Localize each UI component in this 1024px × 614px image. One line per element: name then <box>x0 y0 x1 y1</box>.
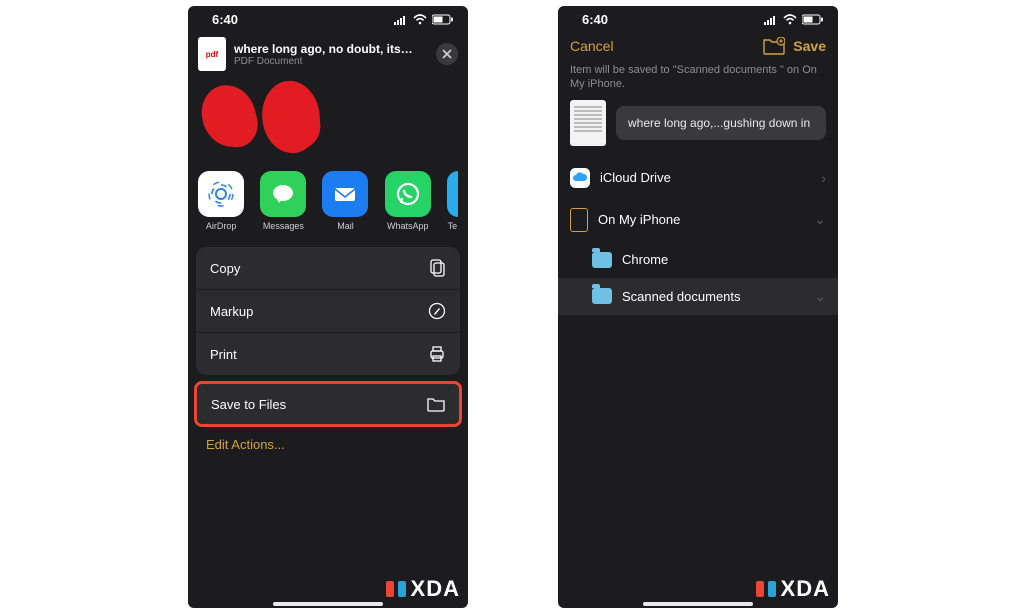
share-app-row[interactable]: AirDrop Messages Mail WhatsApp <box>188 163 468 237</box>
location-list: iCloud Drive › On My iPhone ⌄ Chrome Sca… <box>558 158 838 315</box>
battery-icon <box>802 14 824 25</box>
airdrop-icon <box>198 171 244 217</box>
print-icon <box>428 345 446 363</box>
app-label: AirDrop <box>198 221 244 231</box>
copy-icon <box>428 259 446 277</box>
chevron-down-icon: ⌄ <box>814 288 826 305</box>
location-label: Scanned documents <box>622 289 741 304</box>
file-thumbnail <box>570 100 606 146</box>
iphone-icon <box>570 208 588 232</box>
doc-info: where long ago, no doubt, its sprin... P… <box>234 42 414 67</box>
app-label: Te <box>447 221 458 231</box>
status-icons <box>764 14 824 25</box>
chevron-down-icon: ⌄ <box>814 211 826 228</box>
telegram-icon <box>447 171 458 217</box>
location-label: iCloud Drive <box>600 170 671 185</box>
copy-action[interactable]: Copy <box>196 247 460 289</box>
xda-watermark: XDA <box>385 576 460 602</box>
action-list: Copy Markup Print <box>196 247 460 375</box>
action-label: Copy <box>210 261 240 276</box>
new-folder-icon[interactable] <box>763 37 785 55</box>
mail-icon <box>322 171 368 217</box>
app-whatsapp[interactable]: WhatsApp <box>385 171 431 231</box>
wifi-icon <box>783 14 798 25</box>
status-time: 6:40 <box>212 12 238 27</box>
folder-icon <box>427 396 445 412</box>
messages-icon <box>260 171 306 217</box>
file-preview-row: where long ago,...gushing down in <box>558 100 838 158</box>
edit-actions-button[interactable]: Edit Actions... <box>188 427 468 462</box>
home-indicator[interactable] <box>273 602 383 606</box>
phone-save-to-files: 6:40 Cancel Save Item will be saved to "… <box>558 6 838 608</box>
app-airdrop[interactable]: AirDrop <box>198 171 244 231</box>
app-mail[interactable]: Mail <box>322 171 368 231</box>
app-telegram[interactable]: Te <box>447 171 458 231</box>
home-indicator[interactable] <box>643 602 753 606</box>
doc-title: where long ago, no doubt, its sprin... <box>234 42 414 56</box>
status-time: 6:40 <box>582 12 608 27</box>
phone-share-sheet: 6:40 pdf where long ago, no doubt, its s… <box>188 6 468 608</box>
app-label: Mail <box>322 221 368 231</box>
highlight-save-to-files: Save to Files <box>194 381 462 427</box>
cellular-icon <box>764 15 779 25</box>
app-messages[interactable]: Messages <box>260 171 306 231</box>
cancel-button[interactable]: Cancel <box>570 38 614 54</box>
file-name-field[interactable]: where long ago,...gushing down in <box>616 106 826 140</box>
icloud-icon <box>570 168 590 188</box>
wifi-icon <box>413 14 428 25</box>
chevron-right-icon: › <box>821 170 826 186</box>
save-button[interactable]: Save <box>793 38 826 54</box>
location-icloud[interactable]: iCloud Drive › <box>558 158 838 198</box>
xda-watermark: XDA <box>755 576 830 602</box>
location-label: On My iPhone <box>598 212 680 227</box>
status-icons <box>394 14 454 25</box>
nav-bar: Cancel Save <box>558 29 838 63</box>
folder-scanned-documents[interactable]: Scanned documents ⌄ <box>558 278 838 315</box>
redacted-preview <box>196 79 460 163</box>
save-to-files-action[interactable]: Save to Files <box>197 384 459 424</box>
action-label: Markup <box>210 304 253 319</box>
status-bar: 6:40 <box>558 6 838 29</box>
action-label: Print <box>210 347 237 362</box>
whatsapp-icon <box>385 171 431 217</box>
folder-icon <box>592 252 612 268</box>
action-label: Save to Files <box>211 397 286 412</box>
location-label: Chrome <box>622 252 668 267</box>
x-icon <box>442 49 452 59</box>
app-label: Messages <box>260 221 306 231</box>
close-button[interactable] <box>436 43 458 65</box>
save-location-note: Item will be saved to "Scanned documents… <box>558 63 838 100</box>
pdf-icon: pdf <box>198 37 226 71</box>
folder-icon <box>592 288 612 304</box>
markup-action[interactable]: Markup <box>196 289 460 332</box>
markup-icon <box>428 302 446 320</box>
cellular-icon <box>394 15 409 25</box>
app-label: WhatsApp <box>385 221 431 231</box>
print-action[interactable]: Print <box>196 332 460 375</box>
doc-subtitle: PDF Document <box>234 56 414 67</box>
share-header: pdf where long ago, no doubt, its sprin.… <box>188 29 468 79</box>
location-on-my-iphone[interactable]: On My iPhone ⌄ <box>558 198 838 242</box>
battery-icon <box>432 14 454 25</box>
status-bar: 6:40 <box>188 6 468 29</box>
folder-chrome[interactable]: Chrome <box>558 242 838 278</box>
